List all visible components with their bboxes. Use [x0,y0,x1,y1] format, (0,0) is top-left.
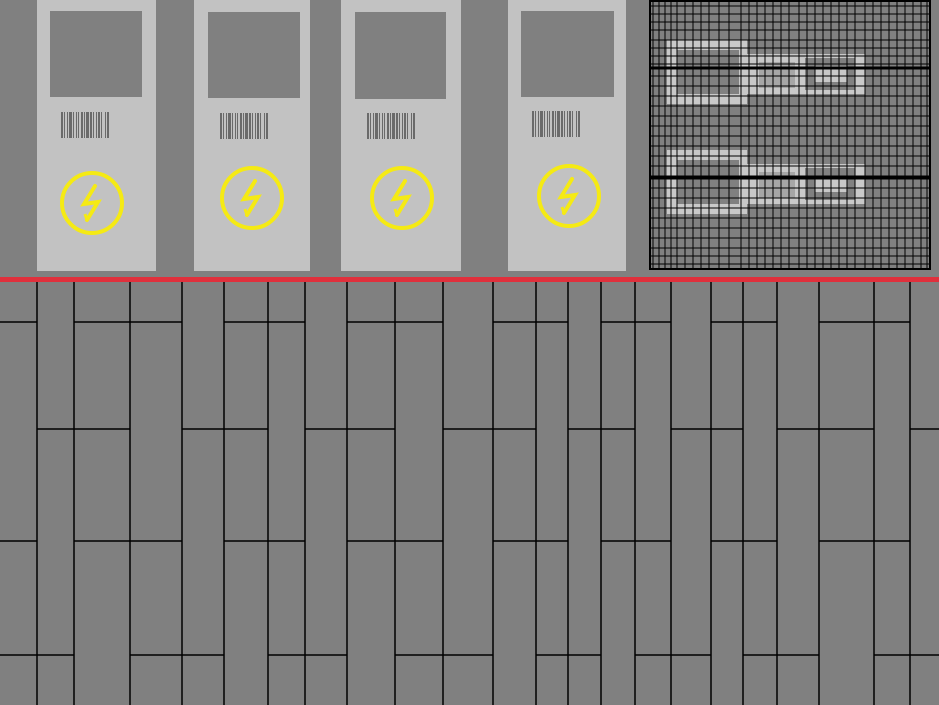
station-screen [355,12,446,99]
barcode-icon [61,112,109,138]
lightning-bolt-icon[interactable] [59,170,125,236]
lightning-bolt-icon[interactable] [369,165,435,231]
lightning-bolt-icon[interactable] [219,165,285,231]
charging-station-3[interactable] [341,0,461,271]
station-screen [521,11,614,97]
blueprint-grid-sign[interactable] [649,0,931,270]
barcode-icon [220,113,268,139]
barcode-icon [367,113,415,139]
game-scene [0,0,939,705]
station-screen [208,12,300,98]
charging-station-1[interactable] [37,0,156,271]
charging-station-2[interactable] [194,0,310,271]
station-screen [50,11,142,97]
barcode-icon [532,111,580,137]
floor-planks [0,282,939,705]
charging-station-4[interactable] [508,0,626,271]
lightning-bolt-icon[interactable] [536,163,602,229]
